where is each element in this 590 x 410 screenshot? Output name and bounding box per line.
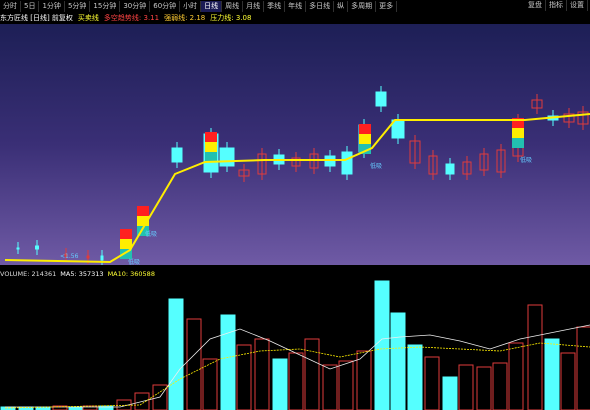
signal-yellow bbox=[205, 142, 217, 152]
toolbar-right-btn-0[interactable]: 复盘 bbox=[525, 0, 546, 11]
period-toolbar: 分时 5日 1分钟 5分钟 15分钟 30分钟 60分钟 小时 日线 周线 月线 季线 年线 多日线纵多周… bbox=[0, 0, 590, 12]
volume-bar bbox=[152, 384, 168, 410]
volume-bar bbox=[492, 362, 508, 410]
candle-body bbox=[171, 147, 183, 163]
toolbar-right: 复盘 指标 设置 bbox=[525, 0, 588, 11]
period-tab-15[interactable]: 多周期 bbox=[348, 0, 377, 12]
indicator-name: 买卖线 bbox=[77, 14, 99, 22]
volume-bar bbox=[322, 364, 338, 410]
volume-label: VOLUME: 214361 bbox=[0, 270, 57, 278]
toolbar-right-btn-2[interactable]: 设置 bbox=[567, 0, 588, 11]
volume-bar bbox=[236, 344, 252, 410]
period-tab-8[interactable]: 日线 bbox=[201, 0, 223, 12]
period-tab-16[interactable]: 更多 bbox=[376, 0, 398, 12]
volume-bar bbox=[186, 318, 202, 410]
signal-annotation: 低吸 bbox=[370, 162, 382, 170]
signal-yellow bbox=[512, 128, 524, 138]
period-tab-0[interactable]: 分时 bbox=[0, 0, 21, 12]
trend-line-value: 多空趋势线: 3.11 bbox=[103, 14, 160, 22]
period-tab-6[interactable]: 60分钟 bbox=[150, 0, 181, 12]
volume-bar bbox=[338, 360, 354, 410]
pressure-line-value: 压力线: 3.08 bbox=[210, 14, 252, 22]
stock-name: 东方匠线 [日线] 前复权 bbox=[0, 14, 73, 22]
volume-bar bbox=[407, 344, 423, 410]
chart-title-bar: 东方匠线 [日线] 前复权 买卖线 多空趋势线: 3.11 强弱线: 2.18 … bbox=[0, 12, 590, 24]
candle-body bbox=[35, 245, 39, 250]
volume-bar bbox=[304, 338, 320, 410]
strength-line-value: 强弱线: 2.18 bbox=[164, 14, 206, 22]
volume-bar bbox=[424, 356, 440, 410]
volume-bar bbox=[576, 326, 590, 410]
signal-annotation: 低吸 bbox=[145, 230, 157, 238]
volume-bar bbox=[508, 342, 524, 410]
period-tab-2[interactable]: 1分钟 bbox=[39, 0, 65, 12]
candle-body bbox=[341, 151, 353, 175]
signal-annotation: 低吸 bbox=[128, 258, 140, 265]
candle-body bbox=[219, 147, 235, 167]
volume-bar bbox=[220, 314, 236, 410]
volume-ma10: MA10: 360588 bbox=[107, 270, 155, 278]
trend-line bbox=[4, 113, 590, 264]
period-tab-4[interactable]: 15分钟 bbox=[90, 0, 121, 12]
period-tab-1[interactable]: 5日 bbox=[21, 0, 40, 12]
period-tab-7[interactable]: 小时 bbox=[180, 0, 202, 12]
candle-body bbox=[445, 163, 455, 175]
volume-bar bbox=[544, 338, 560, 410]
volume-bar bbox=[168, 298, 184, 410]
volume-bar bbox=[476, 366, 492, 410]
signal-annotation: 低吸 bbox=[520, 156, 532, 164]
volume-bar bbox=[272, 358, 288, 410]
period-tab-11[interactable]: 季线 bbox=[264, 0, 286, 12]
candle-body bbox=[16, 247, 20, 250]
signal-annotation: <1.56 bbox=[60, 253, 79, 260]
period-tab-13[interactable]: 多日线 bbox=[306, 0, 335, 12]
period-tab-14[interactable]: 纵 bbox=[334, 0, 349, 12]
signal-teal bbox=[512, 138, 524, 148]
price-chart: 低吸低吸低吸低吸<1.56 bbox=[4, 86, 590, 265]
signal-red bbox=[120, 229, 132, 239]
period-tab-10[interactable]: 月线 bbox=[243, 0, 265, 12]
signal-yellow bbox=[120, 239, 132, 249]
volume-bar bbox=[374, 280, 390, 410]
volume-bar bbox=[442, 376, 458, 410]
volume-bar bbox=[288, 352, 304, 410]
signal-yellow bbox=[359, 134, 371, 144]
candle-body bbox=[100, 255, 104, 261]
signal-red bbox=[205, 132, 217, 142]
volume-bar bbox=[560, 352, 576, 410]
volume-ma5: MA5: 357313 bbox=[60, 270, 104, 278]
signal-red bbox=[359, 124, 371, 134]
signal-red bbox=[137, 206, 149, 216]
period-tab-9[interactable]: 周线 bbox=[222, 0, 244, 12]
volume-chart bbox=[0, 280, 590, 410]
period-tab-3[interactable]: 5分钟 bbox=[65, 0, 91, 12]
volume-bar bbox=[356, 350, 372, 410]
period-tab-12[interactable]: 年线 bbox=[285, 0, 307, 12]
signal-teal bbox=[205, 152, 217, 162]
volume-header: VOLUME: 214361 MA5: 357313 MA10: 360588 bbox=[0, 269, 159, 279]
volume-bar bbox=[390, 312, 406, 410]
volume-ma5-line bbox=[5, 324, 590, 408]
volume-bar bbox=[254, 338, 270, 410]
period-tab-5[interactable]: 30分钟 bbox=[120, 0, 151, 12]
volume-bar bbox=[527, 304, 543, 410]
toolbar-right-btn-1[interactable]: 指标 bbox=[546, 0, 567, 11]
candle-body bbox=[375, 91, 387, 107]
volume-bar bbox=[458, 364, 474, 410]
